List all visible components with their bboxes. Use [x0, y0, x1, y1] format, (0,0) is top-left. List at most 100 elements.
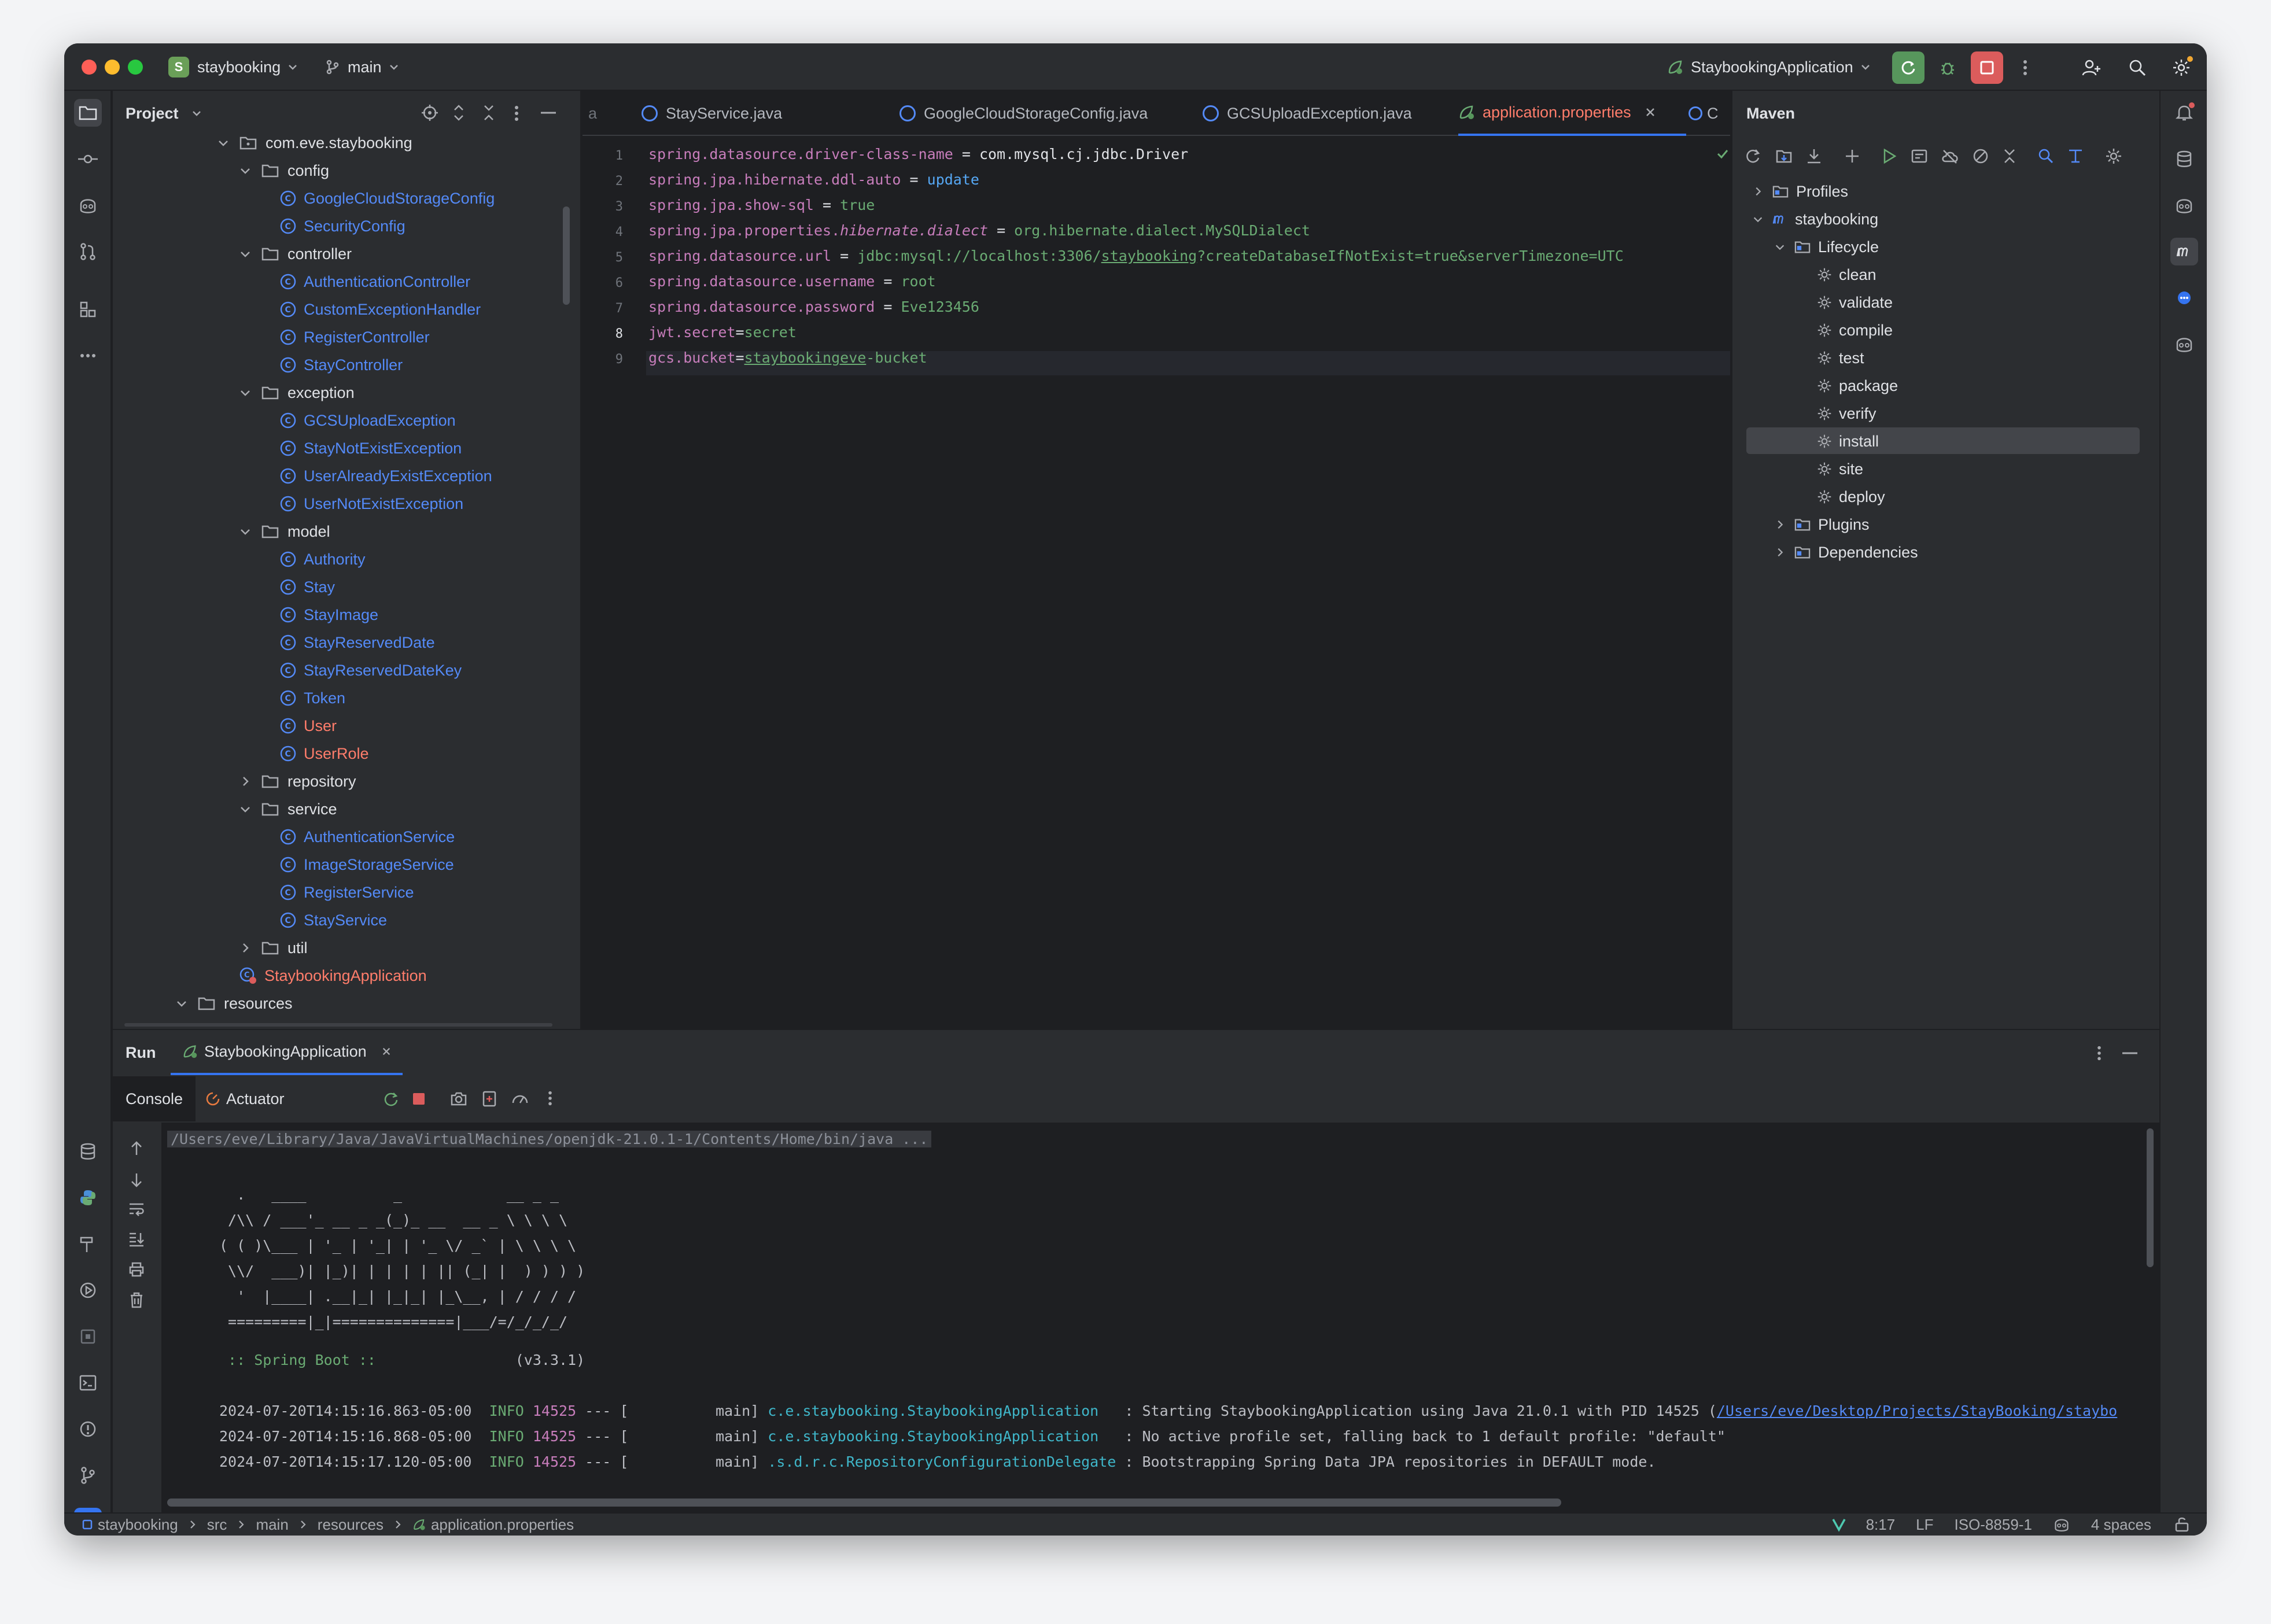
tree-scrollbar[interactable]	[563, 206, 570, 305]
trash-icon[interactable]	[129, 1291, 144, 1309]
minimize-icon[interactable]	[2122, 1052, 2137, 1054]
chevron-right-icon[interactable]	[239, 775, 252, 788]
maven-item[interactable]: Profiles	[1752, 178, 1848, 205]
more-actions-button[interactable]	[2014, 55, 2037, 80]
maven-item[interactable]: install	[1817, 427, 1879, 455]
maven-item[interactable]: compile	[1817, 316, 1893, 344]
rerun-icon[interactable]	[382, 1090, 400, 1108]
maven-settings-icon[interactable]	[2105, 147, 2122, 165]
zoom-window-button[interactable]	[128, 60, 143, 75]
vim-icon[interactable]	[1831, 1517, 1846, 1532]
reload-icon[interactable]	[1744, 147, 1761, 165]
show-dependencies-icon[interactable]	[2067, 147, 2084, 165]
run-options-icon[interactable]	[2097, 1045, 2102, 1061]
maven-item[interactable]: test	[1817, 344, 1864, 372]
tree-item[interactable]: C Token	[279, 684, 345, 712]
plus-icon[interactable]	[1844, 147, 1861, 165]
expand-all-icon[interactable]	[452, 104, 466, 122]
chevron-right-icon[interactable]	[1752, 186, 1764, 197]
tab-stay-service[interactable]: StayService.java	[642, 91, 782, 136]
maven-item[interactable]: site	[1817, 455, 1863, 483]
tree-item[interactable]: C RegisterService	[279, 879, 414, 906]
tree-item[interactable]: C RegisterController	[279, 323, 430, 351]
run-config-selector[interactable]: StaybookingApplication	[1667, 55, 1871, 79]
tab-truncated[interactable]: C	[1688, 91, 1719, 136]
download-icon[interactable]	[1805, 147, 1823, 165]
tree-item[interactable]: model	[239, 518, 330, 545]
copilot-chat-button[interactable]	[2170, 191, 2198, 219]
tab-gcs-upload-exception[interactable]: GCSUploadException.java	[1203, 91, 1412, 136]
services-tool-button[interactable]	[74, 1276, 102, 1304]
tree-item[interactable]: C Authority	[279, 545, 366, 573]
chevron-down-icon[interactable]	[1774, 241, 1786, 253]
maven-button[interactable]	[2170, 238, 2198, 265]
console-horizontal-scrollbar[interactable]	[167, 1498, 1561, 1507]
analyze-dependencies-icon[interactable]	[2037, 147, 2054, 165]
tree-item[interactable]: config	[239, 157, 329, 184]
collapse-all-icon[interactable]	[482, 104, 496, 122]
arrow-down-icon[interactable]	[129, 1171, 144, 1189]
tree-item[interactable]: C StaybookingApplication	[239, 962, 427, 990]
project-tool-button[interactable]	[74, 99, 102, 127]
breadcrumb-item[interactable]: main	[256, 1516, 288, 1534]
locate-file-icon[interactable]	[421, 104, 439, 122]
export-icon[interactable]	[482, 1090, 497, 1108]
console-vertical-scrollbar[interactable]	[2147, 1128, 2154, 1267]
structure-tool-button[interactable]	[74, 296, 102, 323]
chevron-down-icon[interactable]	[239, 525, 252, 538]
tree-item[interactable]: C StayReservedDateKey	[279, 656, 462, 684]
profiler-icon[interactable]	[511, 1090, 529, 1108]
tree-item[interactable]: C Stay	[279, 573, 335, 601]
add-maven-project-icon[interactable]	[1775, 147, 1793, 165]
tree-item[interactable]: C StayReservedDate	[279, 629, 435, 656]
endpoints-tool-button[interactable]	[74, 1323, 102, 1350]
chevron-down-icon[interactable]	[239, 803, 252, 815]
tree-item[interactable]: C CustomExceptionHandler	[279, 296, 481, 323]
git-tool-button[interactable]	[74, 1461, 102, 1489]
log-path-link[interactable]: /Users/eve/Desktop/Projects/StayBooking/…	[1717, 1402, 2117, 1419]
assistant-button[interactable]	[2170, 284, 2198, 312]
console-command[interactable]: /Users/eve/Library/Java/JavaVirtualMachi…	[167, 1131, 932, 1147]
maven-item[interactable]: verify	[1817, 400, 1876, 427]
maven-item[interactable]: deploy	[1817, 483, 1885, 511]
maven-item[interactable]: Dependencies	[1774, 538, 1918, 566]
tree-item[interactable]: C StayImage	[279, 601, 378, 629]
debug-button[interactable]	[1934, 54, 1962, 82]
add-user-button[interactable]	[2077, 54, 2105, 82]
branch-switcher[interactable]: main	[325, 55, 399, 79]
tree-item[interactable]: C StayNotExistException	[279, 434, 462, 462]
tree-item[interactable]: C AuthenticationController	[279, 268, 470, 296]
tree-item[interactable]: controller	[239, 240, 352, 268]
maven-item[interactable]: validate	[1817, 289, 1893, 316]
more-tools-button[interactable]	[74, 342, 102, 370]
tree-item[interactable]: C SecurityConfig	[279, 212, 405, 240]
close-tab-icon[interactable]	[382, 1047, 391, 1056]
execute-goal-icon[interactable]	[1911, 147, 1928, 165]
tree-item[interactable]: C UserNotExistException	[279, 490, 463, 518]
tab-google-cloud-storage-config[interactable]: GoogleCloudStorageConfig.java	[899, 91, 1148, 136]
ai-assistant-tool-button[interactable]	[74, 191, 102, 219]
tree-item[interactable]: util	[239, 934, 308, 962]
tree-item[interactable]: com.eve.staybooking	[217, 129, 412, 157]
stop-icon[interactable]	[411, 1091, 426, 1106]
breadcrumb-item[interactable]: staybooking	[98, 1516, 178, 1534]
run-goal-icon[interactable]	[1881, 147, 1898, 165]
more-vertical-icon[interactable]	[548, 1090, 552, 1106]
notifications-button[interactable]	[2170, 99, 2198, 127]
tree-item[interactable]: C AuthenticationService	[279, 823, 455, 851]
chevron-right-icon[interactable]	[1774, 547, 1786, 558]
pull-requests-tool-button[interactable]	[74, 238, 102, 265]
breadcrumb-item[interactable]: src	[207, 1516, 227, 1534]
tab-application-properties[interactable]: application.properties	[1458, 91, 1686, 136]
skip-tests-icon[interactable]	[1972, 147, 1989, 165]
file-encoding[interactable]: ISO-8859-1	[1955, 1516, 2032, 1534]
tree-item[interactable]: repository	[239, 767, 356, 795]
maven-item[interactable]: clean	[1817, 261, 1876, 289]
collapse-icon[interactable]	[2002, 147, 2017, 165]
offline-mode-icon[interactable]	[1941, 147, 1959, 165]
tree-item[interactable]: C GoogleCloudStorageConfig	[279, 184, 495, 212]
tree-item[interactable]: C UserAlreadyExistException	[279, 462, 492, 490]
chevron-right-icon[interactable]	[239, 942, 252, 954]
arrow-up-icon[interactable]	[129, 1140, 144, 1157]
minimize-icon[interactable]	[541, 112, 556, 114]
